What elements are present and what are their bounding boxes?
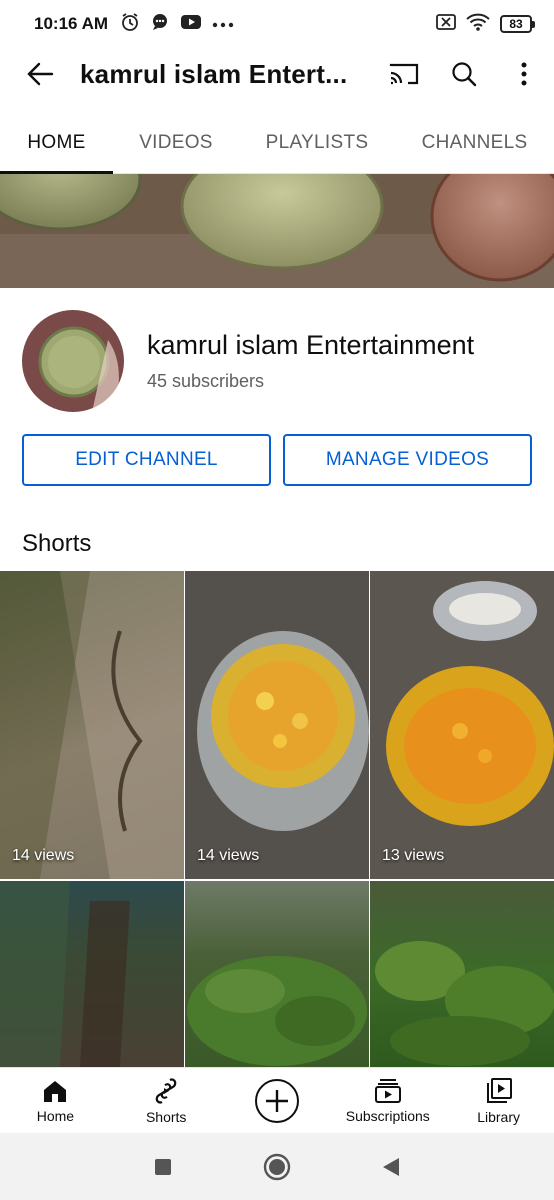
shorts-heading: Shorts (22, 530, 92, 557)
home-circle-icon[interactable] (263, 1153, 291, 1181)
back-button[interactable] (0, 48, 80, 100)
create-icon (254, 1078, 299, 1123)
shorts-grid: 14 views 14 views 13 views (0, 571, 554, 1067)
short-thumbnail[interactable] (370, 881, 554, 1067)
shorts-icon (155, 1077, 177, 1104)
short-views: 14 views (197, 847, 260, 864)
channel-avatar[interactable] (22, 310, 124, 412)
channel-banner (0, 174, 554, 288)
home-icon (44, 1080, 67, 1102)
battery-indicator: 83 (500, 15, 535, 33)
back-triangle-icon[interactable] (381, 1156, 401, 1178)
channel-header: kamrul islam Entertainment 45 subscriber… (22, 310, 532, 412)
nav-subscriptions[interactable]: Subscriptions (332, 1068, 443, 1133)
nav-label: Home (36, 1107, 75, 1124)
search-button[interactable] (434, 48, 494, 100)
cast-icon (389, 63, 419, 85)
subscriber-count: 45 subscribers (147, 371, 265, 391)
tab-videos[interactable]: VIDEOS (113, 112, 239, 174)
edit-channel-button[interactable]: EDIT CHANNEL (22, 434, 271, 486)
nav-create[interactable] (222, 1068, 333, 1133)
chat-icon (150, 12, 170, 37)
alarm-icon (120, 12, 140, 37)
short-thumbnail[interactable]: 14 views (185, 571, 369, 879)
nav-label: Subscriptions (345, 1107, 430, 1124)
channel-tabs: HOME VIDEOS PLAYLISTS CHANNELS (0, 112, 554, 174)
short-views: 14 views (12, 847, 75, 864)
cast-button[interactable] (374, 48, 434, 100)
short-thumbnail[interactable] (185, 881, 369, 1067)
youtube-notification-icon (180, 13, 202, 36)
sim-off-icon (436, 13, 456, 35)
wifi-icon (466, 13, 490, 36)
more-notifications-icon (212, 15, 234, 33)
nav-shorts[interactable]: Shorts (111, 1068, 222, 1133)
more-options-button[interactable] (494, 48, 554, 100)
tab-home[interactable]: HOME (0, 112, 113, 174)
more-vert-icon (521, 62, 527, 86)
nav-library[interactable]: Library (443, 1068, 554, 1133)
short-thumbnail[interactable]: 13 views (370, 571, 554, 879)
recents-icon[interactable] (153, 1157, 173, 1177)
short-views: 13 views (382, 847, 445, 864)
manage-videos-button[interactable]: MANAGE VIDEOS (283, 434, 532, 486)
channel-name: kamrul islam Entertainment (147, 330, 475, 360)
search-icon (452, 62, 477, 87)
status-bar: 10:16 AM 83 (0, 0, 554, 48)
subscriptions-icon (374, 1078, 401, 1103)
tab-channels[interactable]: CHANNELS (395, 112, 554, 174)
page-title: kamrul islam Entert... (80, 58, 348, 89)
short-thumbnail[interactable] (0, 881, 184, 1067)
status-time: 10:16 AM (34, 14, 109, 33)
back-arrow-icon (27, 62, 54, 86)
library-icon (486, 1077, 512, 1103)
short-thumbnail[interactable]: 14 views (0, 571, 184, 879)
nav-home[interactable]: Home (0, 1068, 111, 1133)
system-navigation (0, 1133, 554, 1200)
tab-playlists[interactable]: PLAYLISTS (239, 112, 395, 174)
app-bar: kamrul islam Entert... (0, 48, 554, 100)
nav-label: Shorts (145, 1108, 187, 1125)
nav-label: Library (477, 1108, 520, 1125)
bottom-navigation: Home Shorts Subscriptions Library (0, 1067, 554, 1133)
channel-actions: EDIT CHANNEL MANAGE VIDEOS (22, 434, 532, 486)
